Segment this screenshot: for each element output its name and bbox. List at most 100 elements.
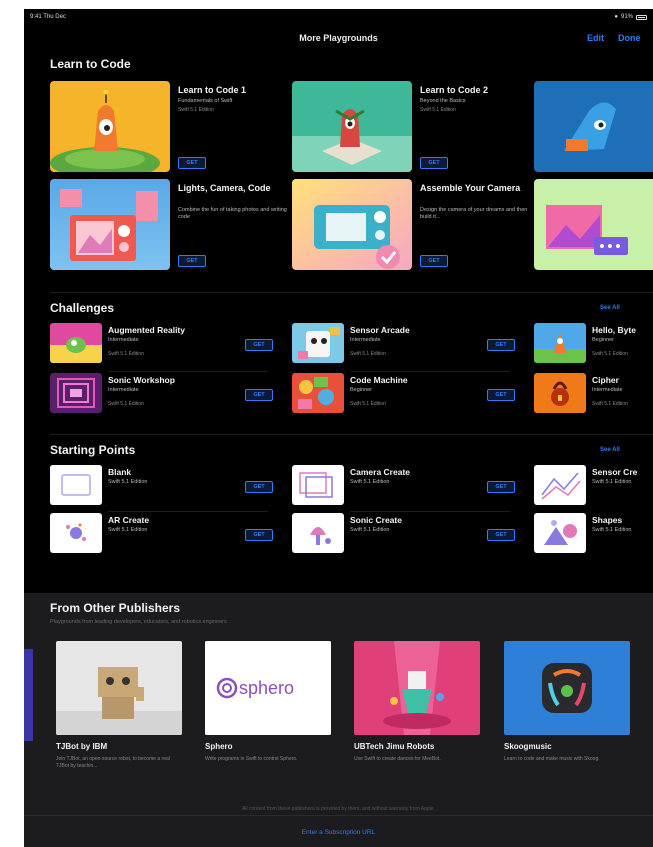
challenges-see-all[interactable]: See All [600,305,620,311]
challenge-hello-byte[interactable]: Hello, Byte Beginner Swift 5.1 Edition [534,323,653,365]
status-right: ● 91% [614,14,647,20]
starting-see-all[interactable]: See All [600,447,620,453]
sonic-create-edition: Swift 5.1 Edition [350,527,390,533]
assemble-camera-subtitle: Design the camera of your dreams and the… [420,207,528,220]
hello-byte-edition: Swift 5.1 Edition [592,351,628,357]
app-screen: 9:41 Thu Dec ● 91% More Playgrounds Edit… [24,9,653,847]
tjbot-name: TJBot by IBM [56,742,108,751]
hello-byte-level: Beginner [592,337,615,343]
sonic-create-get-button[interactable]: GET [487,529,515,541]
augmented-reality-get-button[interactable]: GET [245,339,273,351]
assemble-camera-title: Assemble Your Camera [420,183,521,193]
camera-create-title: Camera Create [350,467,411,477]
sensor-arcade-artwork [292,323,344,363]
starting-sonic-create[interactable]: Sonic Create Swift 5.1 Edition GET [292,513,532,555]
learn-1-get-button[interactable]: GET [178,157,206,169]
skoogmusic-name: Skoogmusic [504,742,552,751]
assemble-camera-get-button[interactable]: GET [420,255,448,267]
challenge-code-machine[interactable]: Code Machine Beginner Swift 5.1 Edition … [292,373,532,415]
learn-3-artwork[interactable] [534,81,653,172]
blank-artwork [50,465,102,505]
ar-create-title: AR Create [108,515,150,525]
sphero-artwork: sphero [205,641,331,735]
ar-create-edition: Swift 5.1 Edition [108,527,148,533]
challenge-cipher[interactable]: Cipher Intermediate Swift 5.1 Edition [534,373,653,415]
learn-6-artwork[interactable] [534,179,653,270]
nav-bar: More Playgrounds Edit Done [24,27,653,59]
row-divider [108,511,268,512]
augmented-reality-level: Intermediate [108,337,139,343]
camera-create-edition: Swift 5.1 Edition [350,479,390,485]
lights-camera-title: Lights, Camera, Code [178,183,271,193]
sonic-workshop-artwork [50,373,102,413]
ubtech-name: UBTech Jimu Robots [354,742,435,751]
learn-2-edition: Swift 5.1 Edition [420,107,456,113]
starting-sensor-create[interactable]: Sensor Cre Swift 5.1 Edition [534,465,653,507]
starting-shapes[interactable]: Shapes Swift 5.1 Edition [534,513,653,555]
publishers-divider [24,815,653,816]
page-title: More Playgrounds [299,33,378,43]
sensor-arcade-edition: Swift 5.1 Edition [350,351,386,357]
cipher-title: Cipher [592,375,619,385]
sensor-create-title: Sensor Cre [592,467,638,477]
section-divider [50,292,653,293]
learn-card-1[interactable]: Learn to Code 1 Fundamentals of Swift Sw… [50,81,290,173]
learn-2-subtitle: Beyond the Basics [420,98,466,104]
starting-section-title: Starting Points [50,443,136,457]
hello-byte-title: Hello, Byte [592,325,636,335]
battery-icon [636,14,647,20]
learn-2-get-button[interactable]: GET [420,157,448,169]
augmented-reality-edition: Swift 5.1 Edition [108,351,144,357]
camera-create-get-button[interactable]: GET [487,481,515,493]
sphero-name: Sphero [205,742,233,751]
code-machine-get-button[interactable]: GET [487,389,515,401]
sensor-arcade-title: Sensor Arcade [350,325,410,335]
sphero-logo-text: sphero [239,678,294,698]
lights-camera-card[interactable]: Lights, Camera, Code Combine the fun of … [50,179,290,271]
starting-ar-create[interactable]: AR Create Swift 5.1 Edition GET [50,513,290,555]
lights-camera-get-button[interactable]: GET [178,255,206,267]
challenges-section-title: Challenges [50,301,115,315]
blank-get-button[interactable]: GET [245,481,273,493]
sphero-description: Write programs in Swift to control Spher… [205,756,298,762]
sensor-arcade-get-button[interactable]: GET [487,339,515,351]
sonic-create-title: Sonic Create [350,515,402,525]
ubtech-description: Use Swift to create dances for MeeBot. [354,756,441,762]
shapes-artwork [534,513,586,553]
assemble-camera-card[interactable]: Assemble Your Camera Design the camera o… [292,179,532,271]
blank-edition: Swift 5.1 Edition [108,479,148,485]
tjbot-artwork [56,641,182,735]
sensor-create-artwork [534,465,586,505]
publishers-notice: All content from these publishers is pro… [242,806,435,812]
sonic-create-artwork [292,513,344,553]
learn-card-2[interactable]: Learn to Code 2 Beyond the Basics Swift … [292,81,532,173]
skoogmusic-description: Learn to code and make music with Skoog. [504,756,600,762]
challenge-sensor-arcade[interactable]: Sensor Arcade Intermediate Swift 5.1 Edi… [292,323,532,365]
prev-card-edge[interactable] [24,649,33,741]
learn-section-title: Learn to Code [50,57,131,71]
subscription-url-link[interactable]: Enter a Subscription URL [24,829,653,836]
edit-button[interactable]: Edit [587,33,604,43]
code-machine-artwork [292,373,344,413]
ar-create-get-button[interactable]: GET [245,529,273,541]
learn-1-artwork [50,81,170,172]
publishers-title: From Other Publishers [50,601,181,615]
sensor-arcade-level: Intermediate [350,337,381,343]
tjbot-description: Join TJBot, an open-source robot, to bec… [56,756,170,769]
starting-blank[interactable]: Blank Swift 5.1 Edition GET [50,465,290,507]
code-machine-title: Code Machine [350,375,408,385]
sonic-workshop-title: Sonic Workshop [108,375,175,385]
challenge-augmented-reality[interactable]: Augmented Reality Intermediate Swift 5.1… [50,323,290,365]
starting-camera-create[interactable]: Camera Create Swift 5.1 Edition GET [292,465,532,507]
ubtech-artwork [354,641,480,735]
status-bar: 9:41 Thu Dec ● 91% [24,9,653,27]
cipher-edition: Swift 5.1 Edition [592,401,628,407]
learn-2-artwork [292,81,412,172]
sensor-create-edition: Swift 5.1 Edition [592,479,632,485]
challenge-sonic-workshop[interactable]: Sonic Workshop Intermediate Swift 5.1 Ed… [50,373,290,415]
publishers-section: From Other Publishers Playgrounds from l… [24,593,653,847]
sonic-workshop-get-button[interactable]: GET [245,389,273,401]
lights-camera-artwork [50,179,170,270]
augmented-reality-title: Augmented Reality [108,325,185,335]
done-button[interactable]: Done [618,33,641,43]
